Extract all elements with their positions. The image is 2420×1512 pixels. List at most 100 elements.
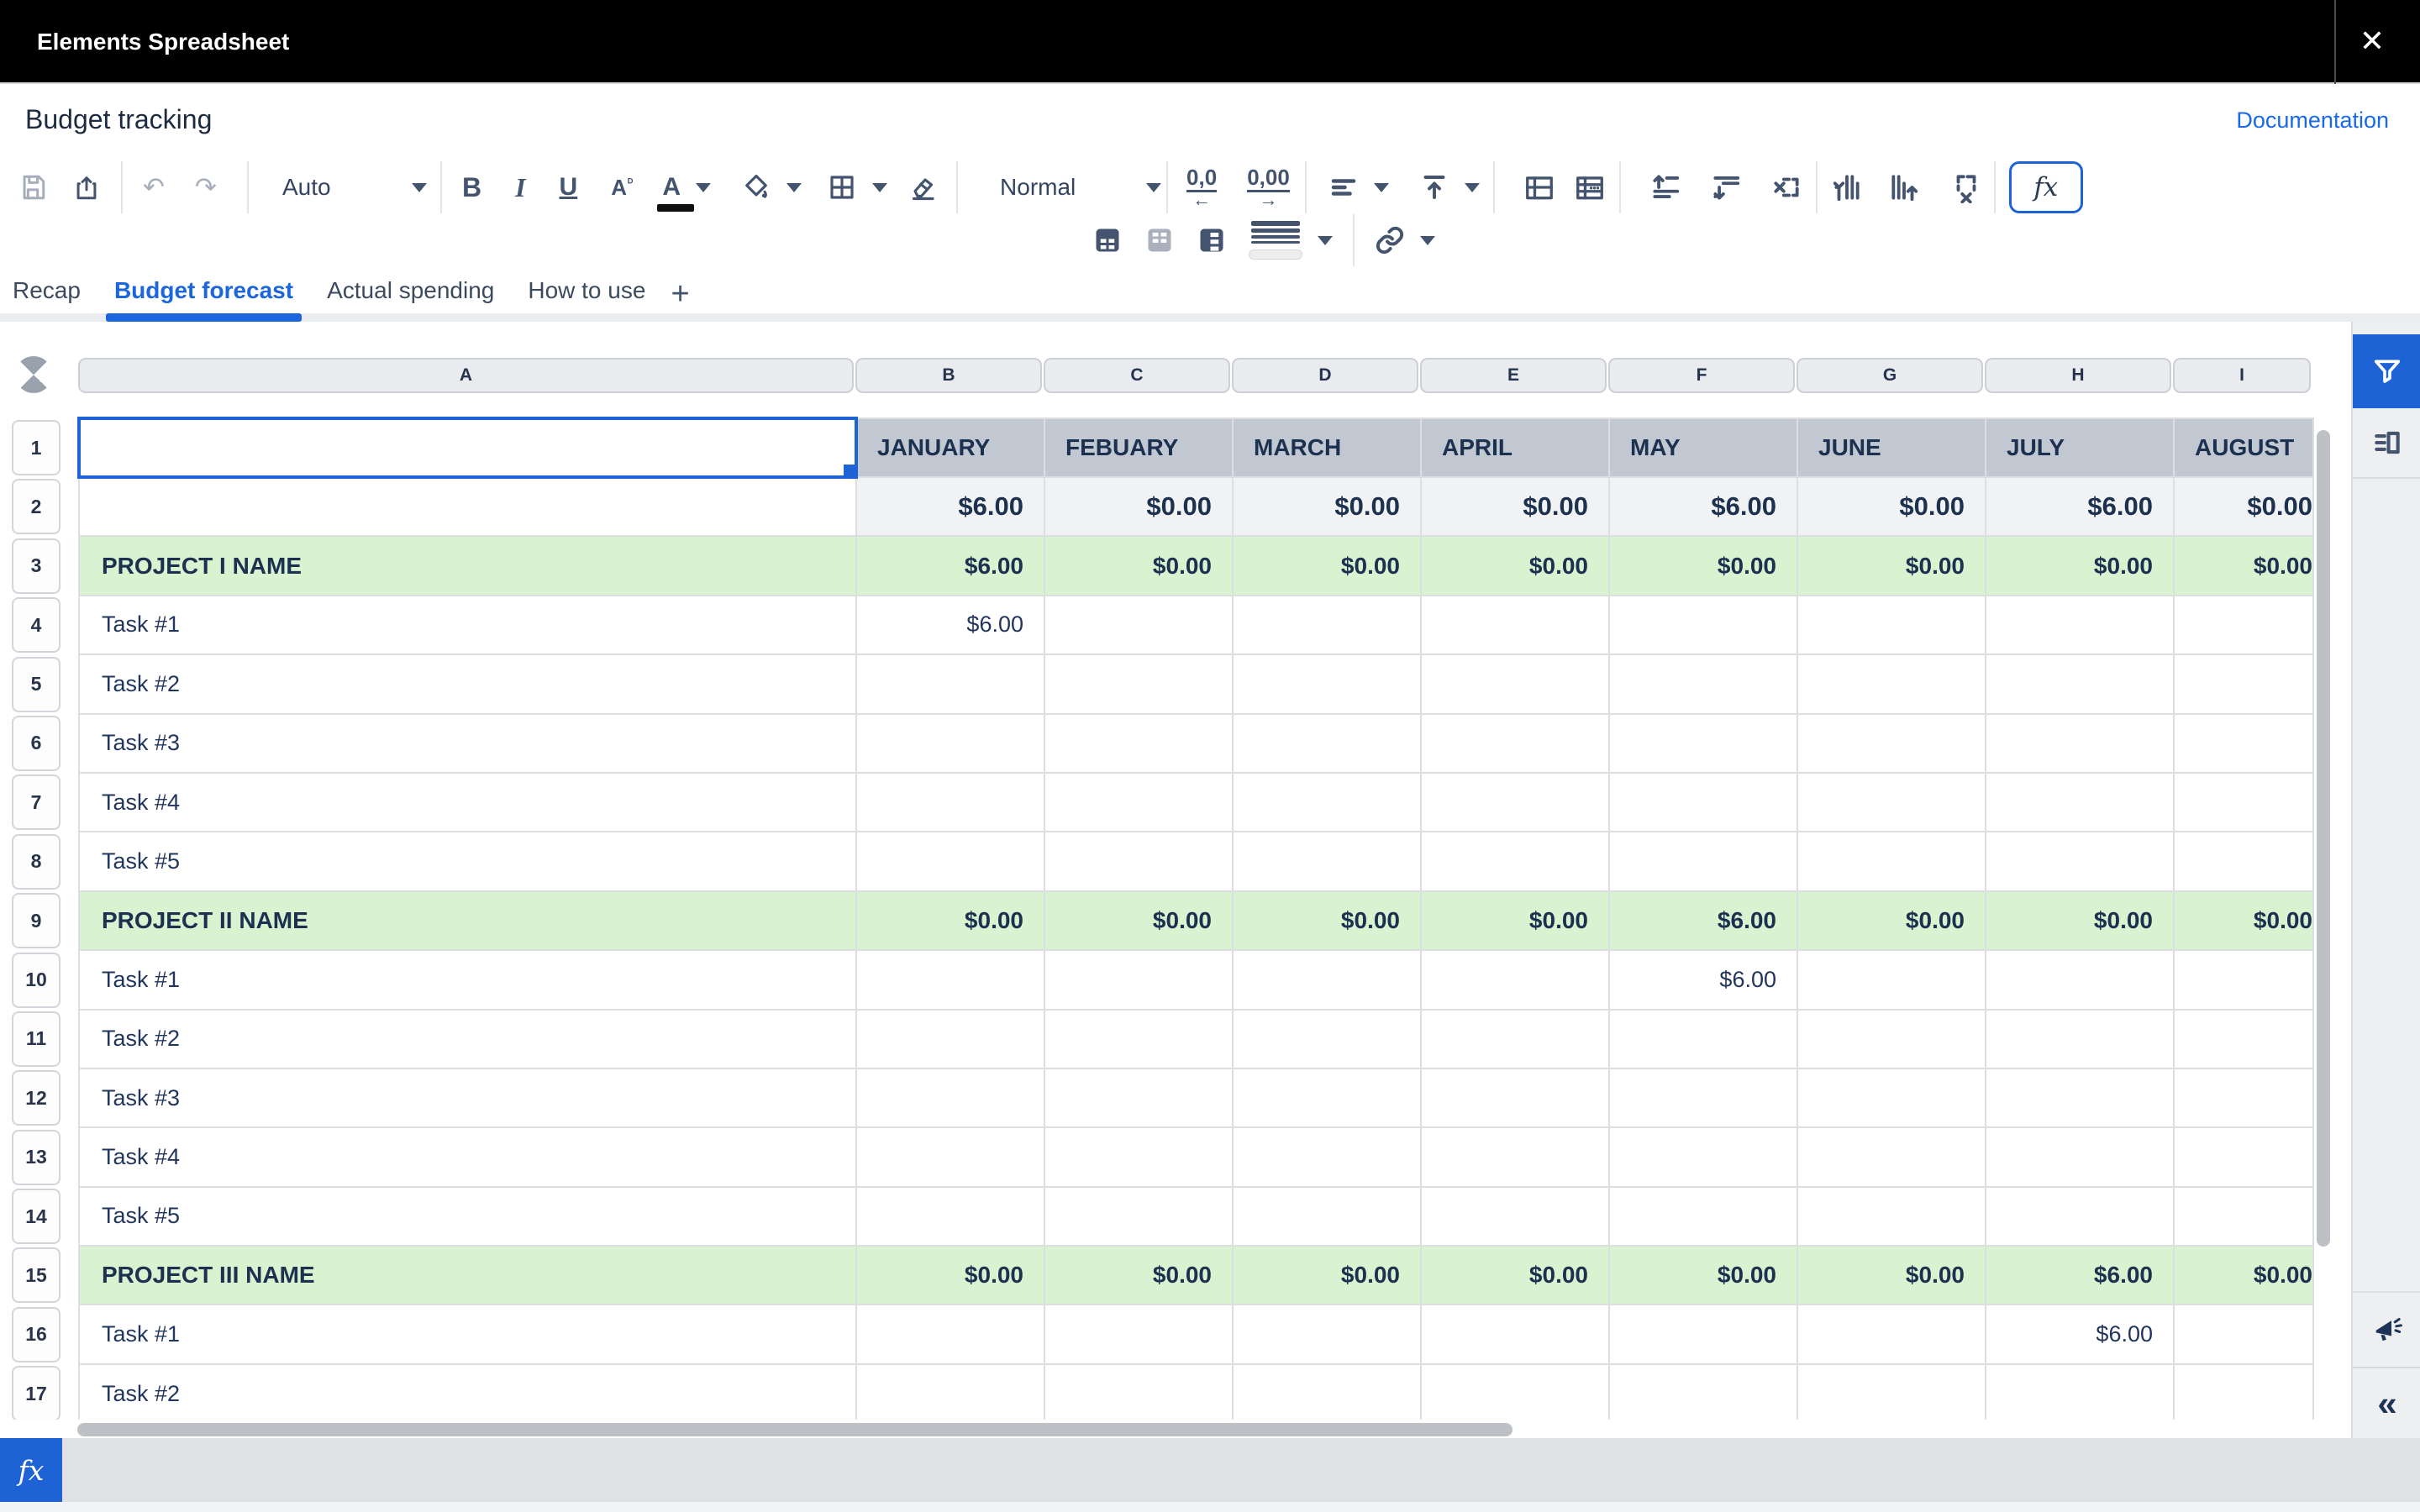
cell-H13[interactable] [1986,1128,2173,1185]
table-total-row-icon[interactable] [1144,215,1175,265]
cell-H9[interactable]: $0.00 [1986,892,2173,949]
cell-C11[interactable] [1045,1011,1232,1068]
cell-B6[interactable] [857,715,1044,772]
cell-G5[interactable] [1798,655,1985,712]
cell-I3[interactable]: $0.00 [2175,537,2312,594]
row-header-2[interactable]: 2 [12,479,60,534]
cell-F9[interactable]: $6.00 [1610,892,1797,949]
cell-C17[interactable] [1045,1365,1232,1420]
cell-F16[interactable] [1610,1305,1797,1362]
unmerge-cells-icon[interactable] [1574,162,1606,213]
row-header-10[interactable]: 10 [12,953,60,1008]
announcement-icon[interactable] [2353,1291,2420,1367]
cell-E16[interactable] [1422,1305,1608,1362]
cell-A14[interactable]: Task #5 [80,1188,855,1245]
cell-B4[interactable]: $6.00 [857,596,1044,654]
cell-F8[interactable] [1610,832,1797,890]
cell-G13[interactable] [1798,1128,1985,1185]
table-header-row-icon[interactable] [1092,215,1123,265]
cell-D15[interactable]: $0.00 [1234,1247,1420,1304]
column-header-G[interactable]: G [1797,358,1983,393]
cell-E6[interactable] [1422,715,1608,772]
cell-I8[interactable] [2175,832,2312,890]
cell-F6[interactable] [1610,715,1797,772]
cell-G4[interactable] [1798,596,1985,654]
link-chevron-icon[interactable] [1420,236,1435,245]
cell-C6[interactable] [1045,715,1232,772]
cell-E9[interactable]: $0.00 [1422,892,1608,949]
cell-I14[interactable] [2175,1188,2312,1245]
tab-recap[interactable]: Recap [13,274,81,313]
border-style-icon[interactable] [1249,215,1302,265]
cell-H6[interactable] [1986,715,2173,772]
cell-G2[interactable]: $0.00 [1798,478,1985,535]
cell-E8[interactable] [1422,832,1608,890]
horizontal-align-chevron-icon[interactable] [1374,183,1389,192]
insert-column-right-icon[interactable] [1888,162,1920,213]
redo-icon[interactable]: ↷ [195,162,217,213]
cell-B7[interactable] [857,774,1044,831]
column-header-E[interactable]: E [1420,358,1607,393]
row-header-17[interactable]: 17 [12,1366,60,1420]
cell-D10[interactable] [1234,951,1420,1008]
clear-formatting-icon[interactable] [908,162,938,213]
cell-H10[interactable] [1986,951,2173,1008]
cell-G6[interactable] [1798,715,1985,772]
formula-bar-toggle-button[interactable]: fx [2009,161,2083,213]
cell-C12[interactable] [1045,1069,1232,1126]
cell-B8[interactable] [857,832,1044,890]
column-header-H[interactable]: H [1985,358,2171,393]
cell-A17[interactable]: Task #2 [80,1365,855,1420]
column-header-D[interactable]: D [1232,358,1418,393]
cell-I17[interactable] [2175,1365,2312,1420]
cell-B3[interactable]: $6.00 [857,537,1044,594]
cell-C14[interactable] [1045,1188,1232,1245]
cell-I16[interactable] [2175,1305,2312,1362]
underline-button[interactable]: U [560,162,578,213]
row-header-14[interactable]: 14 [12,1189,60,1244]
row-header-13[interactable]: 13 [12,1130,60,1185]
row-header-11[interactable]: 11 [12,1011,60,1067]
italic-button[interactable]: I [515,162,525,213]
cell-E7[interactable] [1422,774,1608,831]
cell-D5[interactable] [1234,655,1420,712]
tab-how-to-use[interactable]: How to use [528,274,645,313]
selected-cell-outline[interactable] [77,417,858,479]
cell-D8[interactable] [1234,832,1420,890]
cell-F10[interactable]: $6.00 [1610,951,1797,1008]
cell-F13[interactable] [1610,1128,1797,1185]
collapse-sidebar-button[interactable]: « [2353,1367,2420,1438]
cell-I9[interactable]: $0.00 [2175,892,2312,949]
cell-A3[interactable]: PROJECT I NAME [80,537,855,594]
cell-G14[interactable] [1798,1188,1985,1245]
cell-G7[interactable] [1798,774,1985,831]
cell-G9[interactable]: $0.00 [1798,892,1985,949]
format-style-select[interactable]: Normal [1000,162,1161,213]
cell-E10[interactable] [1422,951,1608,1008]
text-color-chevron-icon[interactable] [696,183,711,192]
row-header-5[interactable]: 5 [12,657,60,712]
cell-G10[interactable] [1798,951,1985,1008]
cell-D7[interactable] [1234,774,1420,831]
cell-F4[interactable] [1610,596,1797,654]
cell-I12[interactable] [2175,1069,2312,1126]
cell-I6[interactable] [2175,715,2312,772]
cell-F12[interactable] [1610,1069,1797,1126]
cell-A2[interactable] [80,478,855,535]
cell-B17[interactable] [857,1365,1044,1420]
cell-C3[interactable]: $0.00 [1045,537,1232,594]
cell-D14[interactable] [1234,1188,1420,1245]
side-panel-toggle-button[interactable] [2353,408,2420,479]
cell-I4[interactable] [2175,596,2312,654]
cell-G11[interactable] [1798,1011,1985,1068]
cell-H4[interactable] [1986,596,2173,654]
cell-B15[interactable]: $0.00 [857,1247,1044,1304]
row-header-9[interactable]: 9 [12,893,60,948]
select-all-icon[interactable] [15,356,52,393]
column-header-B[interactable]: B [855,358,1042,393]
tab-budget-forecast[interactable]: Budget forecast [114,274,293,313]
fill-handle[interactable] [844,465,858,479]
superscript-button[interactable]: Aᴰ [611,162,632,213]
cell-F7[interactable] [1610,774,1797,831]
cell-A9[interactable]: PROJECT II NAME [80,892,855,949]
